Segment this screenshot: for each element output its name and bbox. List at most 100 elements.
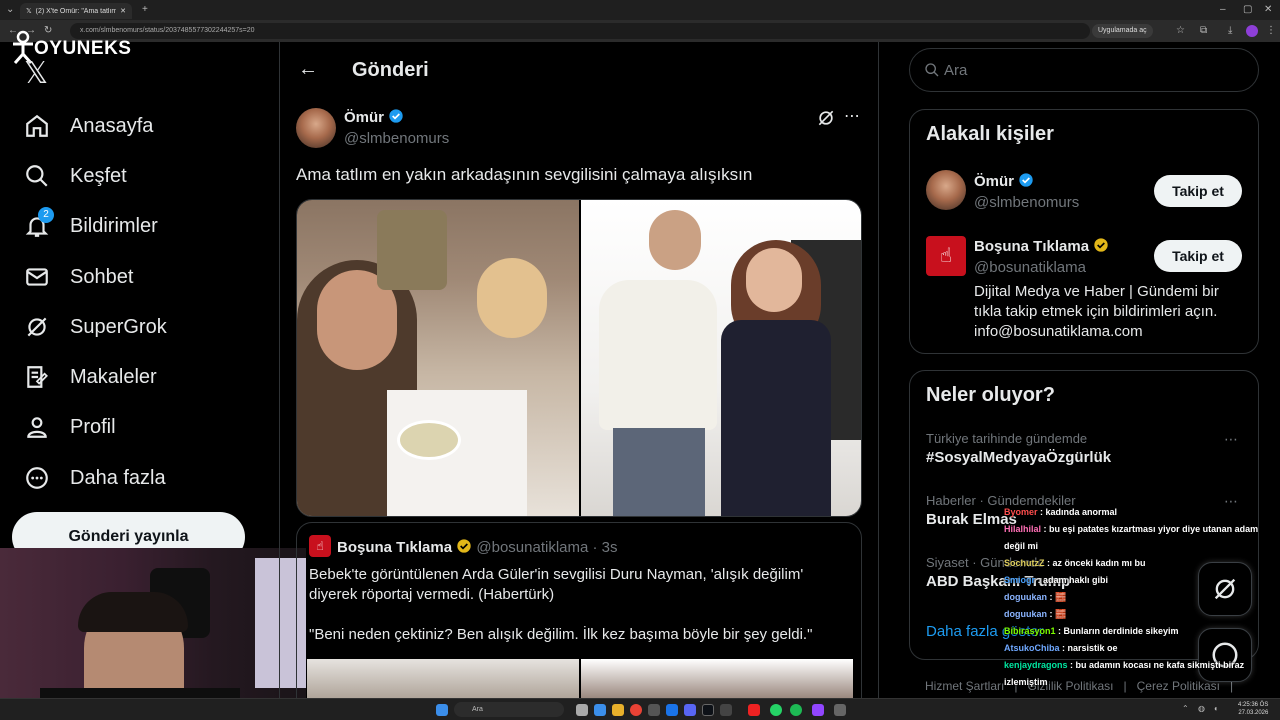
nav-messages[interactable]: Sohbet	[24, 261, 133, 293]
bookmark-star-icon[interactable]: ☆	[1176, 24, 1185, 38]
nav-label: Makaleler	[70, 365, 157, 388]
person-name-row[interactable]: Boşuna Tıklama	[974, 237, 1109, 255]
clock-time: 4:25:36 ÖS	[1238, 702, 1269, 708]
task-view-icon[interactable]	[576, 704, 588, 716]
person-name-row[interactable]: Ömür	[974, 172, 1034, 190]
nav-more[interactable]: Daha fazla	[24, 462, 166, 494]
browser-tab-bar: ⌄ 𝕏 (2) X'te Ömür: "Ama tatlım en y... ✕…	[0, 0, 1280, 20]
network-icon[interactable]: ◍	[1198, 704, 1205, 713]
browser-tab[interactable]: 𝕏 (2) X'te Ömür: "Ama tatlım en y... ✕	[20, 3, 132, 19]
trends-title: Neler oluyor?	[926, 384, 1055, 406]
author-name-row[interactable]: Ömür	[344, 108, 404, 126]
nav-profile[interactable]: Profil	[24, 411, 116, 443]
footer-link[interactable]: Hizmet Şartları	[925, 679, 1004, 693]
verified-badge-icon	[1019, 173, 1033, 187]
tab-list-icon[interactable]: ⌄	[6, 3, 14, 17]
twitch-icon[interactable]	[812, 704, 824, 716]
app-icon[interactable]	[666, 704, 678, 716]
trend-context: Türkiye tarihinde gündemde	[926, 431, 1088, 446]
quote-author-handle: @bosunatiklama	[476, 539, 589, 556]
photo-man-shirt	[599, 280, 717, 430]
quote-photo-right[interactable]	[581, 659, 853, 702]
profile-avatar[interactable]	[1246, 25, 1258, 37]
chrome-icon[interactable]	[630, 704, 642, 716]
search-box[interactable]: Ara	[909, 48, 1259, 92]
photo-right[interactable]	[581, 200, 861, 516]
window-close-icon[interactable]: ✕	[1264, 3, 1272, 17]
nav-articles[interactable]: Makaleler	[24, 361, 157, 393]
grok-icon	[27, 317, 47, 337]
quote-text: Bebek'te görüntülenen Arda Güler'in sevg…	[309, 566, 804, 603]
back-arrow-icon[interactable]: ←	[298, 58, 318, 81]
download-icon[interactable]: ⤓	[1228, 24, 1232, 38]
post-media[interactable]	[296, 199, 862, 517]
browser-menu-icon[interactable]: ⋮	[1266, 24, 1276, 38]
maximize-icon[interactable]: ▢	[1243, 3, 1252, 17]
tab-title: (2) X'te Ömür: "Ama tatlım en y...	[35, 7, 117, 15]
person-name: Ömür	[974, 173, 1015, 190]
volume-icon[interactable]: ◐	[1214, 704, 1219, 713]
browser-toolbar: ← → ↻ x.com/slmbenomurs/status/203748557…	[0, 20, 1280, 42]
chat-text: kadında anormal	[1045, 507, 1118, 517]
author-handle[interactable]: @slmbenomurs	[344, 130, 449, 147]
chat-text: narsistik oe	[1067, 643, 1118, 653]
taskbar-search[interactable]: Ara	[454, 702, 564, 717]
related-people-card: Alakalı kişiler Ömür @slmbenomurs Takip …	[909, 109, 1259, 354]
whatsapp-icon[interactable]	[770, 704, 782, 716]
nav-explore[interactable]: Keşfet	[24, 160, 127, 192]
chat-text: bu eşi patates kızartması yiyor diye uta…	[1004, 524, 1259, 551]
copilot-icon[interactable]	[594, 704, 606, 716]
envelope-icon	[26, 268, 48, 286]
person-bio: Dijital Medya ve Haber | Gündemi bir tık…	[974, 283, 1219, 340]
quote-photo-left[interactable]	[307, 659, 579, 702]
new-tab-icon[interactable]: +	[142, 3, 148, 17]
app-icon[interactable]	[834, 704, 846, 716]
author-avatar[interactable]	[296, 108, 336, 148]
grok-explain-icon[interactable]	[816, 108, 836, 133]
chat-message: doguukan : 🧱	[1004, 592, 1067, 602]
discord-icon[interactable]	[684, 704, 696, 716]
file-explorer-icon[interactable]	[612, 704, 624, 716]
person-handle: @slmbenomurs	[974, 194, 1080, 211]
photo-person-right	[477, 258, 547, 338]
nav-supergrok[interactable]: SuperGrok	[24, 311, 167, 343]
spotify-icon[interactable]	[790, 704, 802, 716]
app-icon[interactable]	[648, 704, 660, 716]
minimize-icon[interactable]: –	[1220, 3, 1226, 17]
nav-label: Profil	[70, 415, 116, 438]
windows-start-icon[interactable]	[436, 704, 448, 716]
chat-text: 🧱	[1055, 592, 1067, 602]
close-tab-icon[interactable]: ✕	[120, 7, 126, 15]
quote-author-row: Boşuna Tıklama @bosunatiklama · 3s	[337, 538, 618, 556]
tray-chevron-icon[interactable]: ⌃	[1182, 704, 1189, 713]
clock-date: 27.03.2026	[1238, 710, 1269, 716]
nav-notifications[interactable]: 2 Bildirimler	[24, 207, 158, 242]
taskbar-clock[interactable]: 4:25:36 ÖS 27.03.2026	[1238, 701, 1268, 717]
gold-verified-icon	[1094, 238, 1108, 252]
follow-button[interactable]: Takip et	[1154, 240, 1242, 272]
more-options-icon[interactable]: ⋯	[844, 106, 860, 126]
app-icon[interactable]	[748, 704, 760, 716]
trend-name: #SosyalMedyayaÖzgürlük	[926, 449, 1112, 466]
app-icon[interactable]	[702, 704, 714, 716]
trend-item[interactable]: Türkiye tarihinde gündemde #SosyalMedyay…	[926, 431, 1111, 466]
address-bar[interactable]: x.com/slmbenomurs/status/203748557730224…	[70, 23, 1090, 39]
person-avatar[interactable]: ☝	[926, 236, 966, 276]
trend-more-icon[interactable]: ⋯	[1224, 431, 1238, 448]
photo-left[interactable]	[297, 200, 579, 516]
nav-label: Sohbet	[70, 265, 134, 288]
quoted-post[interactable]: ☝ Boşuna Tıklama @bosunatiklama · 3s Beb…	[296, 522, 862, 702]
photo-plant	[377, 210, 447, 290]
x-logo-icon[interactable]: 𝕏	[24, 56, 48, 91]
open-in-app-chip[interactable]: Uygulamada aç	[1092, 24, 1153, 38]
nav-home[interactable]: Anasayfa	[24, 110, 153, 142]
extensions-icon[interactable]: ⧉	[1200, 24, 1207, 38]
photo-man-jeans	[613, 428, 705, 516]
follow-button[interactable]: Takip et	[1154, 175, 1242, 207]
app-icon[interactable]	[720, 704, 732, 716]
search-input[interactable]: Ara	[944, 62, 967, 79]
person-avatar[interactable]	[926, 170, 966, 210]
photo-plate	[397, 420, 461, 460]
chat-message: Bibirasyon1 : Bunların derdinide sikeyim	[1004, 626, 1179, 636]
search-icon	[925, 63, 939, 77]
